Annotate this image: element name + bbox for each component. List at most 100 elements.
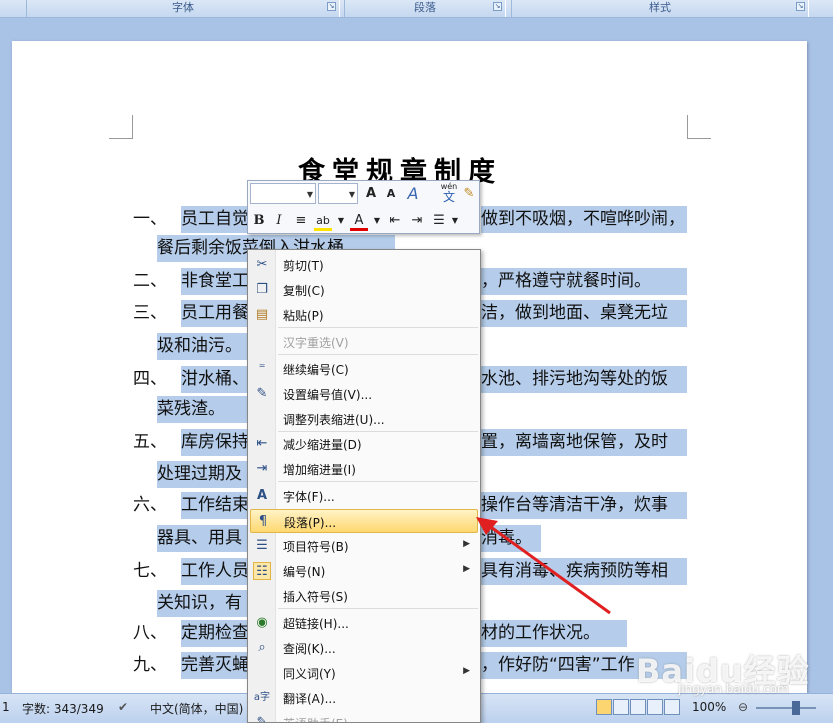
paragraph-dialog-launcher-icon[interactable]: ↘ bbox=[493, 2, 502, 11]
text-line[interactable]: 库房保持 bbox=[181, 429, 247, 456]
margin-corner-right bbox=[687, 115, 711, 139]
mini-toolbar: ▼ ▼ A A A wén 文 ✎ B I ≡ ab ▼ A ▼ ⇤ ⇥ ☰ ▼ bbox=[247, 180, 480, 234]
menu-item-paragraph[interactable]: ¶ 段落(P)... bbox=[250, 509, 478, 533]
menu-item-label: 复制(C) bbox=[283, 284, 325, 298]
format-painter-icon[interactable]: ✎ bbox=[460, 184, 478, 204]
annotation-arrow bbox=[476, 517, 611, 615]
menu-item-label: 调整列表缩进(U)... bbox=[283, 413, 385, 427]
text-line[interactable]: 圾和油污。 bbox=[157, 333, 247, 360]
margin-corner-left bbox=[109, 115, 133, 139]
web-layout-view-icon[interactable] bbox=[630, 699, 646, 715]
menu-item-research[interactable]: ⌕ 查阅(K)... bbox=[250, 636, 478, 660]
text-line[interactable]: 关知识，有 bbox=[157, 590, 247, 617]
menu-item-hyperlink[interactable]: ◉ 超链接(H)... bbox=[250, 611, 478, 635]
text-line[interactable]: 员工用餐 bbox=[181, 300, 247, 327]
menu-item-insert-symbol[interactable]: 插入符号(S) bbox=[250, 584, 478, 608]
shrink-font-icon[interactable]: A bbox=[382, 184, 400, 204]
ribbon-group-paragraph-label: 段落 bbox=[414, 1, 436, 14]
list-number: 二、 bbox=[133, 271, 167, 291]
text-line[interactable]: 洁，做到地面、桌凳无垃 bbox=[481, 300, 687, 327]
menu-item-font[interactable]: A 字体(F)... bbox=[250, 484, 478, 508]
chevron-down-icon[interactable]: ▼ bbox=[349, 190, 355, 199]
menu-item-cut[interactable]: ✂ 剪切(T) bbox=[250, 253, 478, 277]
text-line[interactable]: 置，离墙离地保管，及时 bbox=[481, 429, 687, 456]
menu-item-set-number-value[interactable]: ✎ 设置编号值(V)... bbox=[250, 382, 478, 406]
text-line[interactable]: 完善灭蝇 bbox=[181, 652, 247, 679]
annotation-arrow-head bbox=[476, 517, 498, 535]
increase-indent-icon[interactable]: ⇥ bbox=[408, 211, 426, 231]
print-layout-view-icon[interactable] bbox=[596, 699, 612, 715]
ribbon-group-font[interactable]: 字体 ↘ bbox=[26, 0, 340, 17]
list-number: 四、 bbox=[133, 369, 167, 389]
menu-item-label: 翻译(A)... bbox=[283, 692, 337, 706]
styles-dialog-launcher-icon[interactable]: ↘ bbox=[796, 2, 805, 11]
styles-icon[interactable]: A bbox=[404, 184, 422, 204]
text-line[interactable]: 菜残渣。 bbox=[157, 396, 247, 423]
text-line[interactable]: 非食堂工 bbox=[181, 268, 247, 295]
menu-item-increase-indent[interactable]: ⇥ 增加缩进量(I) bbox=[250, 457, 478, 481]
font-color-icon[interactable]: A bbox=[350, 211, 368, 231]
chevron-down-icon[interactable]: ▼ bbox=[307, 190, 313, 199]
text-line[interactable]: 处理过期及 bbox=[157, 461, 247, 488]
menu-item-decrease-indent[interactable]: ⇤ 减少缩进量(D) bbox=[250, 432, 478, 456]
pinyin-guide-icon[interactable]: wén 文 bbox=[438, 181, 460, 203]
text-line[interactable]: 定期检查 bbox=[181, 620, 247, 647]
ribbon-group-styles[interactable]: 样式 ↘ bbox=[511, 0, 809, 17]
chevron-down-icon[interactable]: ▼ bbox=[368, 211, 386, 231]
status-language[interactable]: 中文(简体，中国) bbox=[150, 700, 243, 717]
grow-font-icon[interactable]: A bbox=[362, 184, 380, 204]
status-zoom-level[interactable]: 100% bbox=[692, 700, 726, 714]
text-line[interactable]: 泔水桶、 bbox=[181, 366, 247, 393]
center-align-icon[interactable]: ≡ bbox=[292, 211, 310, 231]
copy-icon: ❐ bbox=[256, 282, 268, 297]
menu-item-label: 超链接(H)... bbox=[283, 617, 349, 631]
menu-item-label: 汉字重选(V) bbox=[283, 336, 349, 350]
text-line[interactable]: 做到不吸烟，不喧哗吵闹， bbox=[481, 206, 687, 233]
list-number: 七、 bbox=[133, 561, 167, 581]
menu-item-paste[interactable]: ▤ 粘贴(P) bbox=[250, 303, 478, 327]
zoom-slider[interactable] bbox=[756, 707, 816, 709]
list-number: 六、 bbox=[133, 495, 167, 515]
menu-item-bullets[interactable]: ☰ 项目符号(B) ▶ bbox=[250, 534, 478, 558]
ribbon-group-paragraph[interactable]: 段落 ↘ bbox=[344, 0, 506, 17]
text-line[interactable]: 器具、用具 bbox=[157, 525, 247, 552]
menu-item-continue-numbering[interactable]: ⁼ 继续编号(C) bbox=[250, 357, 478, 381]
font-size-box[interactable]: ▼ bbox=[318, 183, 358, 204]
proofing-icon[interactable]: ✔ bbox=[118, 700, 128, 714]
chevron-down-icon[interactable]: ▼ bbox=[332, 211, 350, 231]
set-number-icon: ✎ bbox=[256, 386, 268, 401]
menu-item-numbering[interactable]: ☷ 编号(N) ▶ bbox=[250, 559, 478, 583]
outline-view-icon[interactable] bbox=[647, 699, 663, 715]
chevron-down-icon[interactable]: ▼ bbox=[446, 211, 464, 231]
ribbon-group-styles-label: 样式 bbox=[649, 1, 671, 14]
italic-button[interactable]: I bbox=[270, 211, 288, 231]
draft-view-icon[interactable] bbox=[664, 699, 680, 715]
text-line[interactable]: 水池、排污地沟等处的饭 bbox=[481, 366, 687, 393]
menu-item-translate[interactable]: a字 翻译(A)... bbox=[250, 686, 478, 710]
bold-button[interactable]: B bbox=[250, 211, 268, 231]
menu-item-label: 设置编号值(V)... bbox=[283, 388, 373, 402]
menu-item-english-assistant[interactable]: ✎ 英语助手(E) bbox=[250, 711, 478, 722]
text-line[interactable]: 工作人员 bbox=[181, 558, 247, 585]
menu-item-synonyms[interactable]: 同义词(Y) ▶ bbox=[250, 661, 478, 685]
full-screen-reading-view-icon[interactable] bbox=[613, 699, 629, 715]
zoom-out-icon[interactable]: ⊖ bbox=[738, 700, 748, 714]
text-line[interactable]: 员工自觉 bbox=[181, 206, 247, 233]
status-page-number[interactable]: 1 bbox=[2, 700, 10, 714]
menu-item-label: 减少缩进量(D) bbox=[283, 438, 362, 452]
font-name-box[interactable]: ▼ bbox=[250, 183, 316, 204]
highlight-icon[interactable]: ab bbox=[314, 211, 332, 231]
zoom-slider-thumb[interactable] bbox=[792, 701, 800, 715]
text-line[interactable]: 工作结束 bbox=[181, 492, 247, 519]
status-word-count[interactable]: 字数: 343/349 bbox=[22, 700, 104, 717]
decrease-indent-icon[interactable]: ⇤ bbox=[386, 211, 404, 231]
menu-item-label: 同义词(Y) bbox=[283, 667, 336, 681]
submenu-arrow-icon: ▶ bbox=[463, 564, 470, 574]
submenu-arrow-icon: ▶ bbox=[463, 666, 470, 676]
submenu-arrow-icon: ▶ bbox=[463, 539, 470, 549]
text-line[interactable]: ，严格遵守就餐时间。 bbox=[481, 268, 687, 295]
menu-item-adjust-list-indent[interactable]: 调整列表缩进(U)... bbox=[250, 407, 478, 431]
font-dialog-launcher-icon[interactable]: ↘ bbox=[327, 2, 336, 11]
menu-item-copy[interactable]: ❐ 复制(C) bbox=[250, 278, 478, 302]
font-icon: A bbox=[256, 488, 268, 503]
